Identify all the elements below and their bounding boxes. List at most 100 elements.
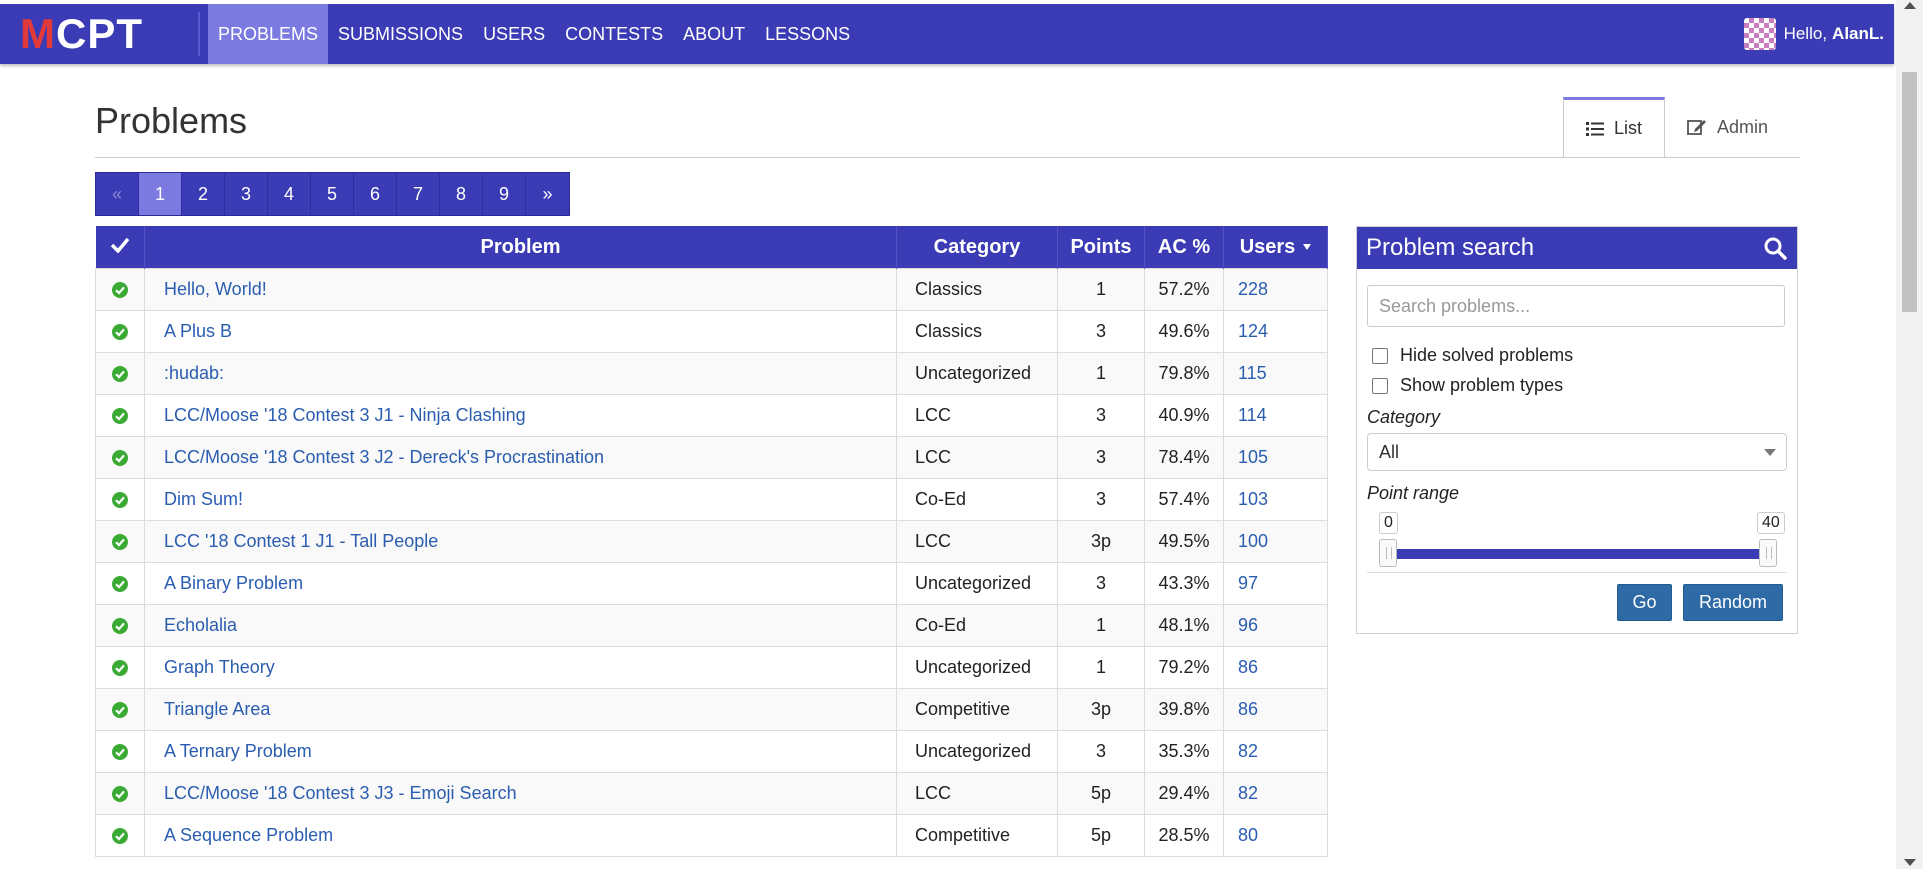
nav-item-contests[interactable]: CONTESTS xyxy=(555,4,673,64)
nav-item-lessons[interactable]: LESSONS xyxy=(755,4,860,64)
problem-name-link[interactable]: :hudab: xyxy=(144,352,897,395)
pagination-page-9[interactable]: 9 xyxy=(483,173,526,215)
table-row: Dim Sum! Co-Ed 3 57.4% 103 xyxy=(95,478,1328,521)
go-button[interactable]: Go xyxy=(1617,584,1672,621)
solved-cell xyxy=(95,520,145,563)
tab-list[interactable]: List xyxy=(1563,97,1666,158)
solved-check-icon xyxy=(112,492,128,509)
user-menu[interactable]: Hello, AlanL. xyxy=(1743,4,1884,64)
pagination-page-8[interactable]: 8 xyxy=(440,173,483,215)
hide-solved-option[interactable]: Hide solved problems xyxy=(1372,345,1573,366)
category-select[interactable]: All xyxy=(1367,433,1787,471)
pagination-prev[interactable]: « xyxy=(96,173,139,215)
range-max-handle[interactable] xyxy=(1759,539,1777,567)
pagination-page-3[interactable]: 3 xyxy=(225,173,268,215)
problem-users-link[interactable]: 100 xyxy=(1223,520,1328,563)
pagination-page-6[interactable]: 6 xyxy=(354,173,397,215)
solved-check-icon xyxy=(112,282,128,299)
nav-item-users[interactable]: USERS xyxy=(473,4,555,64)
problem-ac-rate: 49.6% xyxy=(1144,310,1224,353)
avatar[interactable] xyxy=(1743,18,1776,50)
nav-item-submissions[interactable]: SUBMISSIONS xyxy=(328,4,473,64)
table-row: A Ternary Problem Uncategorized 3 35.3% 82 xyxy=(95,730,1328,773)
problem-users-link[interactable]: 86 xyxy=(1223,688,1328,731)
point-range-track[interactable] xyxy=(1387,549,1767,559)
problem-users-link[interactable]: 115 xyxy=(1223,352,1328,395)
search-icon[interactable] xyxy=(1763,236,1787,260)
problem-name-link[interactable]: Graph Theory xyxy=(144,646,897,689)
pagination-next[interactable]: » xyxy=(526,173,569,215)
problem-users-link[interactable]: 114 xyxy=(1223,394,1328,437)
solved-cell xyxy=(95,478,145,521)
site-logo[interactable]: M CPT xyxy=(0,4,180,64)
problem-users-link[interactable]: 96 xyxy=(1223,604,1328,647)
problem-column-header[interactable]: Problem xyxy=(144,226,897,269)
pagination-page-1[interactable]: 1 xyxy=(139,173,182,215)
problem-name-link[interactable]: Echolalia xyxy=(144,604,897,647)
problem-users-link[interactable]: 228 xyxy=(1223,268,1328,311)
ac-column-header[interactable]: AC % xyxy=(1144,226,1224,269)
problem-name-link[interactable]: A Binary Problem xyxy=(144,562,897,605)
problem-users-link[interactable]: 103 xyxy=(1223,478,1328,521)
page-scrollbar[interactable] xyxy=(1896,0,1923,869)
solved-check-icon xyxy=(112,324,128,341)
problem-name-link[interactable]: LCC/Moose '18 Contest 3 J3 - Emoji Searc… xyxy=(144,772,897,815)
solved-check-icon xyxy=(112,618,128,635)
solved-check-icon xyxy=(112,450,128,467)
problem-ac-rate: 40.9% xyxy=(1144,394,1224,437)
show-types-checkbox[interactable] xyxy=(1372,377,1388,394)
username[interactable]: AlanL. xyxy=(1832,24,1884,44)
users-column-header[interactable]: Users xyxy=(1223,226,1328,269)
problem-name-link[interactable]: LCC/Moose '18 Contest 3 J1 - Ninja Clash… xyxy=(144,394,897,437)
nav-item-problems[interactable]: PROBLEMS xyxy=(208,4,329,64)
problem-name-link[interactable]: LCC '18 Contest 1 J1 - Tall People xyxy=(144,520,897,563)
table-row: LCC/Moose '18 Contest 3 J1 - Ninja Clash… xyxy=(95,394,1328,437)
hide-solved-checkbox[interactable] xyxy=(1372,347,1388,364)
problem-search-panel: Problem search Search problems... Hide s… xyxy=(1356,226,1798,634)
problem-users-link[interactable]: 82 xyxy=(1223,772,1328,815)
pagination-page-5[interactable]: 5 xyxy=(311,173,354,215)
problem-ac-rate: 28.5% xyxy=(1144,814,1224,857)
problem-users-link[interactable]: 124 xyxy=(1223,310,1328,353)
tab-admin[interactable]: Admin xyxy=(1665,97,1790,157)
scroll-down-arrow-icon[interactable] xyxy=(1904,859,1916,866)
nav-item-about[interactable]: ABOUT xyxy=(673,4,755,64)
scroll-up-arrow-icon[interactable] xyxy=(1904,2,1916,9)
problem-name-link[interactable]: LCC/Moose '18 Contest 3 J2 - Dereck's Pr… xyxy=(144,436,897,479)
search-input[interactable]: Search problems... xyxy=(1367,285,1785,327)
scroll-thumb[interactable] xyxy=(1902,72,1917,312)
search-panel-header: Problem search xyxy=(1357,227,1797,269)
random-button[interactable]: Random xyxy=(1683,584,1783,621)
table-row: Hello, World! Classics 1 57.2% 228 xyxy=(95,268,1328,311)
table-row: A Plus B Classics 3 49.6% 124 xyxy=(95,310,1328,353)
pagination-page-4[interactable]: 4 xyxy=(268,173,311,215)
problem-users-link[interactable]: 86 xyxy=(1223,646,1328,689)
category-select-value: All xyxy=(1379,441,1400,462)
problem-users-link[interactable]: 97 xyxy=(1223,562,1328,605)
range-min-value: 0 xyxy=(1379,512,1398,534)
solved-column-header[interactable] xyxy=(95,226,145,269)
solved-cell xyxy=(95,772,145,815)
problem-name-link[interactable]: Hello, World! xyxy=(144,268,897,311)
category-column-header[interactable]: Category xyxy=(896,226,1058,269)
solved-check-icon xyxy=(112,576,128,593)
problem-name-link[interactable]: A Plus B xyxy=(144,310,897,353)
problem-users-link[interactable]: 105 xyxy=(1223,436,1328,479)
problem-name-link[interactable]: A Sequence Problem xyxy=(144,814,897,857)
solved-check-icon xyxy=(112,702,128,719)
range-min-handle[interactable] xyxy=(1379,539,1397,567)
problem-ac-rate: 79.2% xyxy=(1144,646,1224,689)
problem-users-link[interactable]: 80 xyxy=(1223,814,1328,857)
problem-points: 3p xyxy=(1057,688,1145,731)
search-panel-title: Problem search xyxy=(1366,234,1535,261)
problem-users-link[interactable]: 82 xyxy=(1223,730,1328,773)
problem-name-link[interactable]: Triangle Area xyxy=(144,688,897,731)
table-header-row: Problem Category Points AC % Users xyxy=(95,226,1328,269)
show-types-option[interactable]: Show problem types xyxy=(1372,375,1563,396)
points-column-header[interactable]: Points xyxy=(1057,226,1145,269)
problem-name-link[interactable]: A Ternary Problem xyxy=(144,730,897,773)
solved-cell xyxy=(95,268,145,311)
problem-name-link[interactable]: Dim Sum! xyxy=(144,478,897,521)
pagination-page-7[interactable]: 7 xyxy=(397,173,440,215)
pagination-page-2[interactable]: 2 xyxy=(182,173,225,215)
